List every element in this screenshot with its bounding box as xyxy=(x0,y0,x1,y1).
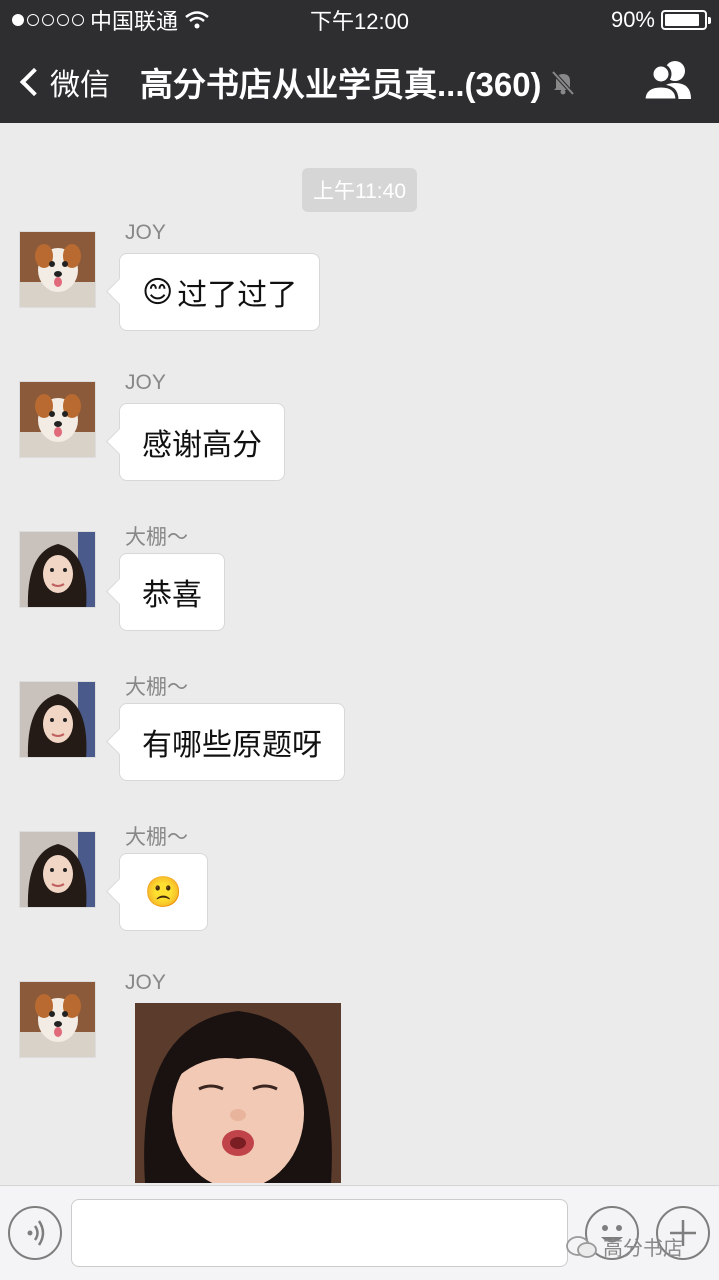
woman-avatar[interactable] xyxy=(19,831,96,908)
chevron-left-icon xyxy=(19,67,49,96)
timestamp-pill: 上午11:40 xyxy=(302,168,417,212)
smiling-emoji-icon: 😊 xyxy=(142,275,174,309)
message-bubble[interactable]: 有哪些原题呀 xyxy=(119,703,345,781)
navigation-bar: 微信 高分书店从业学员真...(360) xyxy=(0,40,719,123)
frowning-emoji-icon: 🙁 xyxy=(144,875,183,909)
carrier-name: 中国联通 xyxy=(90,9,179,34)
sender-name: 大棚～ xyxy=(125,676,188,699)
signal-strength-icon xyxy=(12,14,84,26)
chat-area[interactable]: 上午11:40 JOY 😊 过了过了 JOY 感谢高分 大棚～ 恭喜 大棚～ 有… xyxy=(0,123,719,1185)
back-button[interactable]: 微信 xyxy=(0,60,140,104)
dog-avatar[interactable] xyxy=(19,981,96,1058)
sender-name: 大棚～ xyxy=(125,526,188,549)
chat-title: 高分书店从业学员真...(360) xyxy=(140,65,542,103)
message-text: 有哪些原题呀 xyxy=(142,729,322,762)
woman-avatar[interactable] xyxy=(19,531,96,608)
voice-icon[interactable] xyxy=(8,1206,62,1260)
watermark: 高分书店 xyxy=(565,1232,683,1261)
woman-avatar[interactable] xyxy=(19,681,96,758)
message-bubble[interactable]: 恭喜 xyxy=(119,553,225,631)
child-face-photo[interactable] xyxy=(135,1003,341,1183)
group-info-icon[interactable] xyxy=(639,57,699,107)
mute-bell-icon xyxy=(551,70,575,95)
message-bubble[interactable]: 😊 过了过了 xyxy=(119,253,321,331)
sender-name: JOY xyxy=(125,971,166,994)
message-text: 过了过了 xyxy=(177,279,298,312)
battery-icon xyxy=(661,10,711,30)
dog-avatar[interactable] xyxy=(19,231,96,308)
message-bubble[interactable]: 🙁 xyxy=(119,853,208,931)
wifi-icon xyxy=(185,11,209,29)
message-input[interactable] xyxy=(71,1199,568,1267)
watermark-text: 高分书店 xyxy=(603,1238,683,1260)
sender-name: JOY xyxy=(125,221,166,244)
message-text: 恭喜 xyxy=(142,579,202,612)
sender-name: JOY xyxy=(125,371,166,394)
message-text: 感谢高分 xyxy=(142,429,262,462)
status-bar: 中国联通 下午12:00 90% xyxy=(0,0,719,40)
dog-avatar[interactable] xyxy=(19,381,96,458)
back-label: 微信 xyxy=(50,68,110,102)
battery-percent: 90% xyxy=(610,7,655,32)
sender-name: 大棚～ xyxy=(125,826,188,849)
wechat-logo-icon xyxy=(566,1235,597,1258)
message-bubble[interactable]: 感谢高分 xyxy=(119,403,285,481)
